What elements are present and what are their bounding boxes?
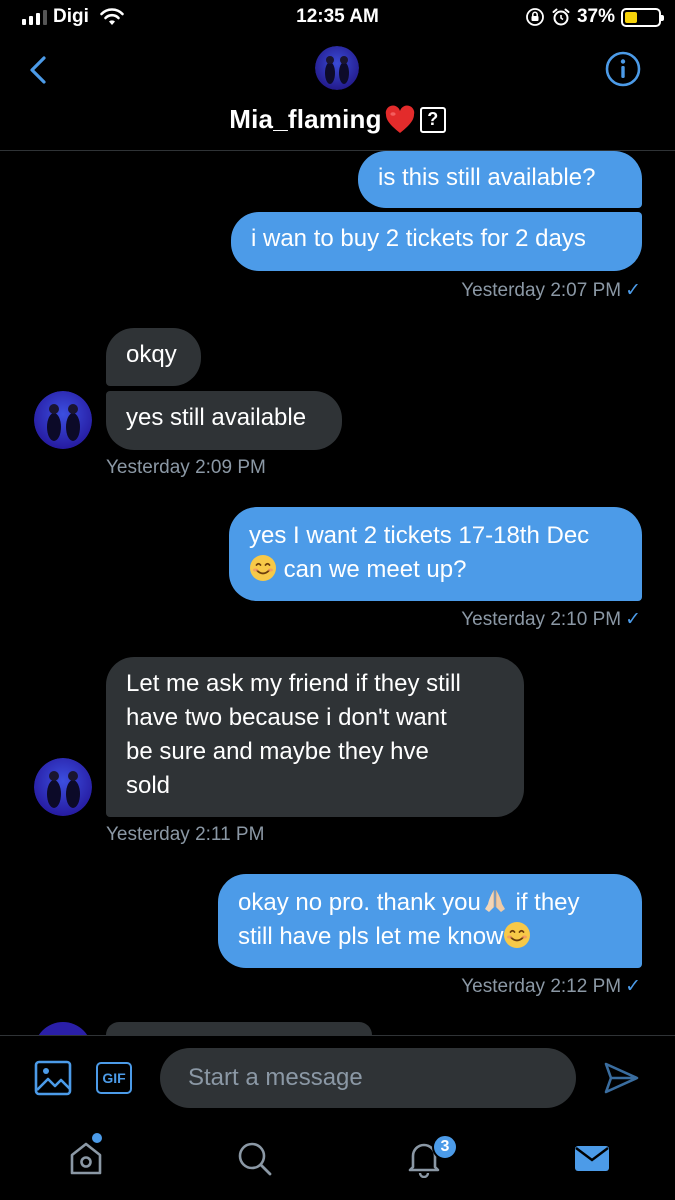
- sent-check-icon: ✓: [625, 609, 641, 630]
- message-bubble-outgoing[interactable]: okay no pro. thank you if they still hav…: [218, 874, 642, 968]
- orientation-lock-icon: [526, 8, 544, 26]
- messages-icon[interactable]: [572, 1138, 612, 1178]
- message-text-line: can we meet up?: [249, 553, 622, 587]
- info-icon[interactable]: [604, 50, 642, 88]
- message-text: i wan to buy 2 tickets for 2 days: [251, 225, 586, 252]
- message-bubble-incoming[interactable]: yes still available: [106, 391, 342, 450]
- message-text: is this still available?: [378, 164, 596, 191]
- message-text-line: yes I want 2 tickets 17-18th Dec: [249, 522, 590, 549]
- message-text-line: have two because i don't want: [126, 704, 447, 731]
- conversation-title[interactable]: Mia_flaming ?: [0, 104, 675, 135]
- gif-button[interactable]: GIF: [96, 1062, 132, 1094]
- battery-icon: [621, 7, 664, 27]
- message-bubble-outgoing[interactable]: i wan to buy 2 tickets for 2 days: [231, 212, 642, 271]
- header-avatar[interactable]: [315, 46, 359, 90]
- message-bubble-outgoing[interactable]: yes I want 2 tickets 17-18th Dec can we …: [229, 507, 642, 601]
- alarm-icon: [552, 8, 570, 26]
- search-icon[interactable]: [234, 1138, 274, 1178]
- send-icon[interactable]: [602, 1060, 640, 1096]
- avatar[interactable]: [34, 1022, 92, 1035]
- sent-check-icon: ✓: [625, 976, 641, 997]
- message-timestamp: Yesterday 2:09 PM: [106, 457, 266, 478]
- image-icon[interactable]: [34, 1060, 72, 1096]
- notifications-badge: 3: [432, 1134, 458, 1160]
- red-heart-emoji-icon: [385, 105, 414, 133]
- battery-percent: 37%: [576, 6, 615, 27]
- smiling-face-emoji-icon: [250, 555, 276, 581]
- message-timestamp: Yesterday 2:12 PM ✓: [461, 976, 641, 997]
- message-text-line: okay no pro. thank you if they: [238, 889, 580, 916]
- status-bar: Digi 12:35 AM 37%: [0, 0, 675, 36]
- message-bubble-incoming[interactable]: [106, 1022, 372, 1035]
- message-text-line: Let me ask my friend if they still: [126, 670, 461, 697]
- message-timestamp: Yesterday 2:10 PM ✓: [461, 609, 641, 630]
- folded-hands-emoji-icon: [484, 890, 505, 912]
- sent-check-icon: ✓: [625, 280, 641, 301]
- message-input[interactable]: [160, 1048, 576, 1108]
- page-title: Mia_flaming: [229, 104, 382, 134]
- chevron-left-icon[interactable]: [22, 50, 56, 90]
- message-bubble-incoming[interactable]: Let me ask my friend if they still have …: [106, 657, 524, 817]
- message-text-line: sold: [126, 772, 171, 799]
- home-icon[interactable]: [66, 1138, 106, 1178]
- compose-divider: [0, 1035, 675, 1036]
- avatar[interactable]: [34, 758, 92, 816]
- smiling-face-emoji-icon: [504, 922, 531, 948]
- message-text: yes still available: [126, 404, 307, 431]
- message-timestamp: Yesterday 2:07 PM ✓: [461, 280, 641, 301]
- message-timestamp: Yesterday 2:11 PM: [106, 824, 265, 845]
- unknown-glyph-icon: ?: [419, 106, 446, 133]
- message-bubble-incoming[interactable]: okqy: [106, 328, 201, 386]
- message-text-line: be sure and maybe they hve: [126, 738, 429, 765]
- avatar[interactable]: [34, 391, 92, 449]
- message-text-line: still have pls let me know: [238, 920, 622, 954]
- message-bubble-outgoing[interactable]: is this still available?: [358, 151, 642, 208]
- message-text: okqy: [126, 341, 177, 368]
- home-new-dot: [92, 1133, 102, 1143]
